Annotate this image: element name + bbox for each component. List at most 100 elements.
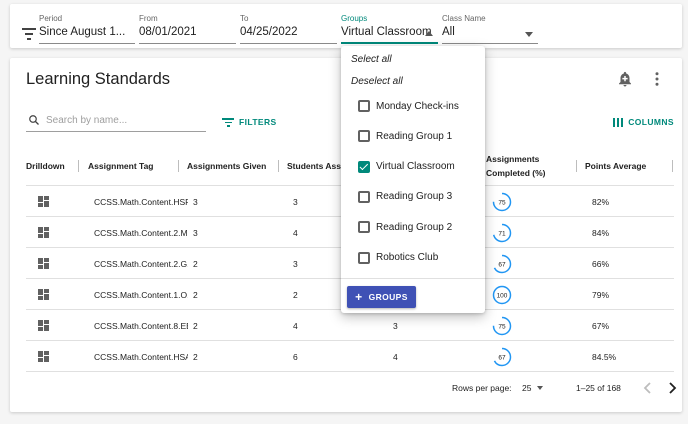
group-option[interactable]: Reading Group 3 (341, 184, 485, 210)
cell-points-average: 82% (592, 196, 610, 207)
to-date-field[interactable]: To 04/25/2022 (240, 10, 337, 44)
group-option-label: Reading Group 3 (376, 191, 453, 203)
completion-gauge: 75 (492, 316, 512, 335)
header-assignments-completed[interactable]: Assignments Completed (%) (486, 146, 546, 186)
class-name-select[interactable]: Class Name All (442, 10, 538, 44)
cell-drilldown[interactable] (38, 279, 49, 310)
cell-assignments-given: 3 (193, 196, 198, 207)
gauge-value: 67 (498, 261, 506, 268)
gauge-value: 71 (498, 230, 506, 237)
view-column-icon (612, 117, 624, 127)
cell-assignment-tag: CCSS.Math.Content.2.G. (94, 258, 188, 269)
drilldown-grid-icon[interactable] (38, 196, 49, 207)
cell-students-assigned: 6 (293, 351, 298, 362)
filter-list-icon (222, 117, 234, 127)
cell-completion-gauge: 71 (492, 217, 512, 248)
header-assignments-given[interactable]: Assignments Given (187, 146, 266, 186)
drilldown-grid-icon[interactable] (38, 258, 49, 269)
checkbox[interactable] (358, 190, 370, 203)
group-option[interactable]: Virtual Classroom (341, 154, 485, 180)
cell-completion-gauge: 75 (492, 310, 512, 341)
cell-completion-gauge: 75 (492, 186, 512, 217)
group-option-label: Virtual Classroom (376, 161, 455, 173)
gauge-value: 100 (497, 292, 508, 299)
checkbox[interactable] (358, 221, 370, 234)
to-label: To (240, 14, 249, 23)
groups-select[interactable]: Groups Virtual Classroom (341, 10, 438, 44)
drilldown-grid-icon[interactable] (38, 227, 49, 238)
from-value: 08/01/2021 (139, 26, 197, 38)
gauge-value: 75 (498, 199, 506, 206)
period-value: Since August 1... (39, 26, 126, 38)
header-points-average[interactable]: Points Average (585, 146, 646, 186)
cell-drilldown[interactable] (38, 310, 49, 341)
group-option-label: Robotics Club (376, 252, 439, 263)
period-select[interactable]: Period Since August 1... (39, 10, 135, 44)
gauge-value: 75 (498, 323, 506, 330)
columns-button[interactable]: COLUMNS (612, 114, 674, 130)
group-option-label: Monday Check-ins (376, 100, 459, 112)
chevron-down-icon[interactable] (537, 386, 543, 390)
filters-button[interactable]: FILTERS (222, 114, 277, 130)
cell-completion-gauge: 100 (492, 279, 512, 310)
cell-students-assigned: 3 (293, 196, 298, 207)
cell-points-average: 66% (592, 258, 610, 269)
drilldown-grid-icon[interactable] (38, 320, 49, 331)
cell-drilldown[interactable] (38, 186, 49, 217)
add-groups-button[interactable]: + GROUPS (347, 286, 416, 308)
group-option[interactable]: Reading Group 2 (341, 214, 485, 240)
columns-label: COLUMNS (628, 117, 674, 127)
checkbox[interactable] (358, 251, 370, 264)
select-all-option[interactable]: Select all (351, 54, 392, 65)
more-vert-icon[interactable] (648, 70, 666, 88)
header-drilldown[interactable]: Drilldown (26, 146, 65, 186)
drilldown-grid-icon[interactable] (38, 351, 49, 362)
cell-students-assigned: 2 (293, 289, 298, 300)
cell-drilldown[interactable] (38, 341, 49, 372)
chevron-right-icon[interactable] (666, 381, 678, 395)
chevron-left-icon[interactable] (642, 381, 654, 395)
card-title: Learning Standards (26, 70, 171, 88)
rows-per-page-label: Rows per page: (452, 383, 512, 393)
checkbox[interactable] (358, 130, 370, 143)
checkbox[interactable] (358, 100, 370, 112)
cell-assignment-tag: CCSS.Math.Content.8.EE (94, 320, 188, 331)
class-name-value: All (442, 26, 455, 38)
group-option[interactable]: Robotics Club (341, 245, 485, 271)
cell-assignments-given: 3 (193, 227, 198, 238)
from-date-field[interactable]: From 08/01/2021 (139, 10, 236, 44)
rows-per-page-select[interactable]: 25 (522, 383, 531, 393)
cell-points-average: 79% (592, 289, 610, 300)
group-option[interactable]: Reading Group 1 (341, 123, 485, 149)
checkbox-checked[interactable] (358, 160, 370, 173)
group-option[interactable]: Monday Check-ins (341, 93, 485, 119)
group-option-label: Reading Group 1 (376, 130, 453, 142)
cell-drilldown[interactable] (38, 217, 49, 248)
table-row[interactable]: CCSS.Math.Content.HSA 2 6 4 67 84.5% (26, 341, 674, 372)
filter-icon[interactable] (22, 28, 36, 40)
class-name-label: Class Name (442, 14, 486, 23)
chevron-up-icon (425, 31, 433, 36)
drilldown-grid-icon[interactable] (38, 289, 49, 300)
cell-students-assigned: 4 (293, 320, 298, 331)
cell-students-assigned: 4 (293, 227, 298, 238)
deselect-all-option[interactable]: Deselect all (351, 76, 403, 87)
cell-students-assigned: 3 (293, 258, 298, 269)
plus-icon: + (355, 290, 363, 304)
completion-gauge: 75 (492, 192, 512, 211)
cell-completion-gauge: 67 (492, 248, 512, 279)
search-input[interactable] (46, 112, 201, 128)
period-label: Period (39, 14, 63, 23)
cell-assignments-completed-count: 3 (393, 320, 398, 331)
cell-drilldown[interactable] (38, 248, 49, 279)
cell-points-average: 84.5% (592, 351, 617, 362)
groups-label: Groups (341, 14, 368, 23)
notification-settings-icon[interactable] (616, 70, 634, 88)
cell-assignments-completed-count: 4 (393, 351, 398, 362)
completion-gauge: 67 (492, 254, 512, 273)
cell-assignment-tag: CCSS.Math.Content.1.O. (94, 289, 188, 300)
filters-label: FILTERS (239, 117, 277, 127)
header-assignment-tag[interactable]: Assignment Tag (88, 146, 154, 186)
table-row[interactable]: CCSS.Math.Content.8.EE 2 4 3 75 67% (26, 310, 674, 341)
cell-assignment-tag: CCSS.Math.Content.HSA (94, 351, 188, 362)
